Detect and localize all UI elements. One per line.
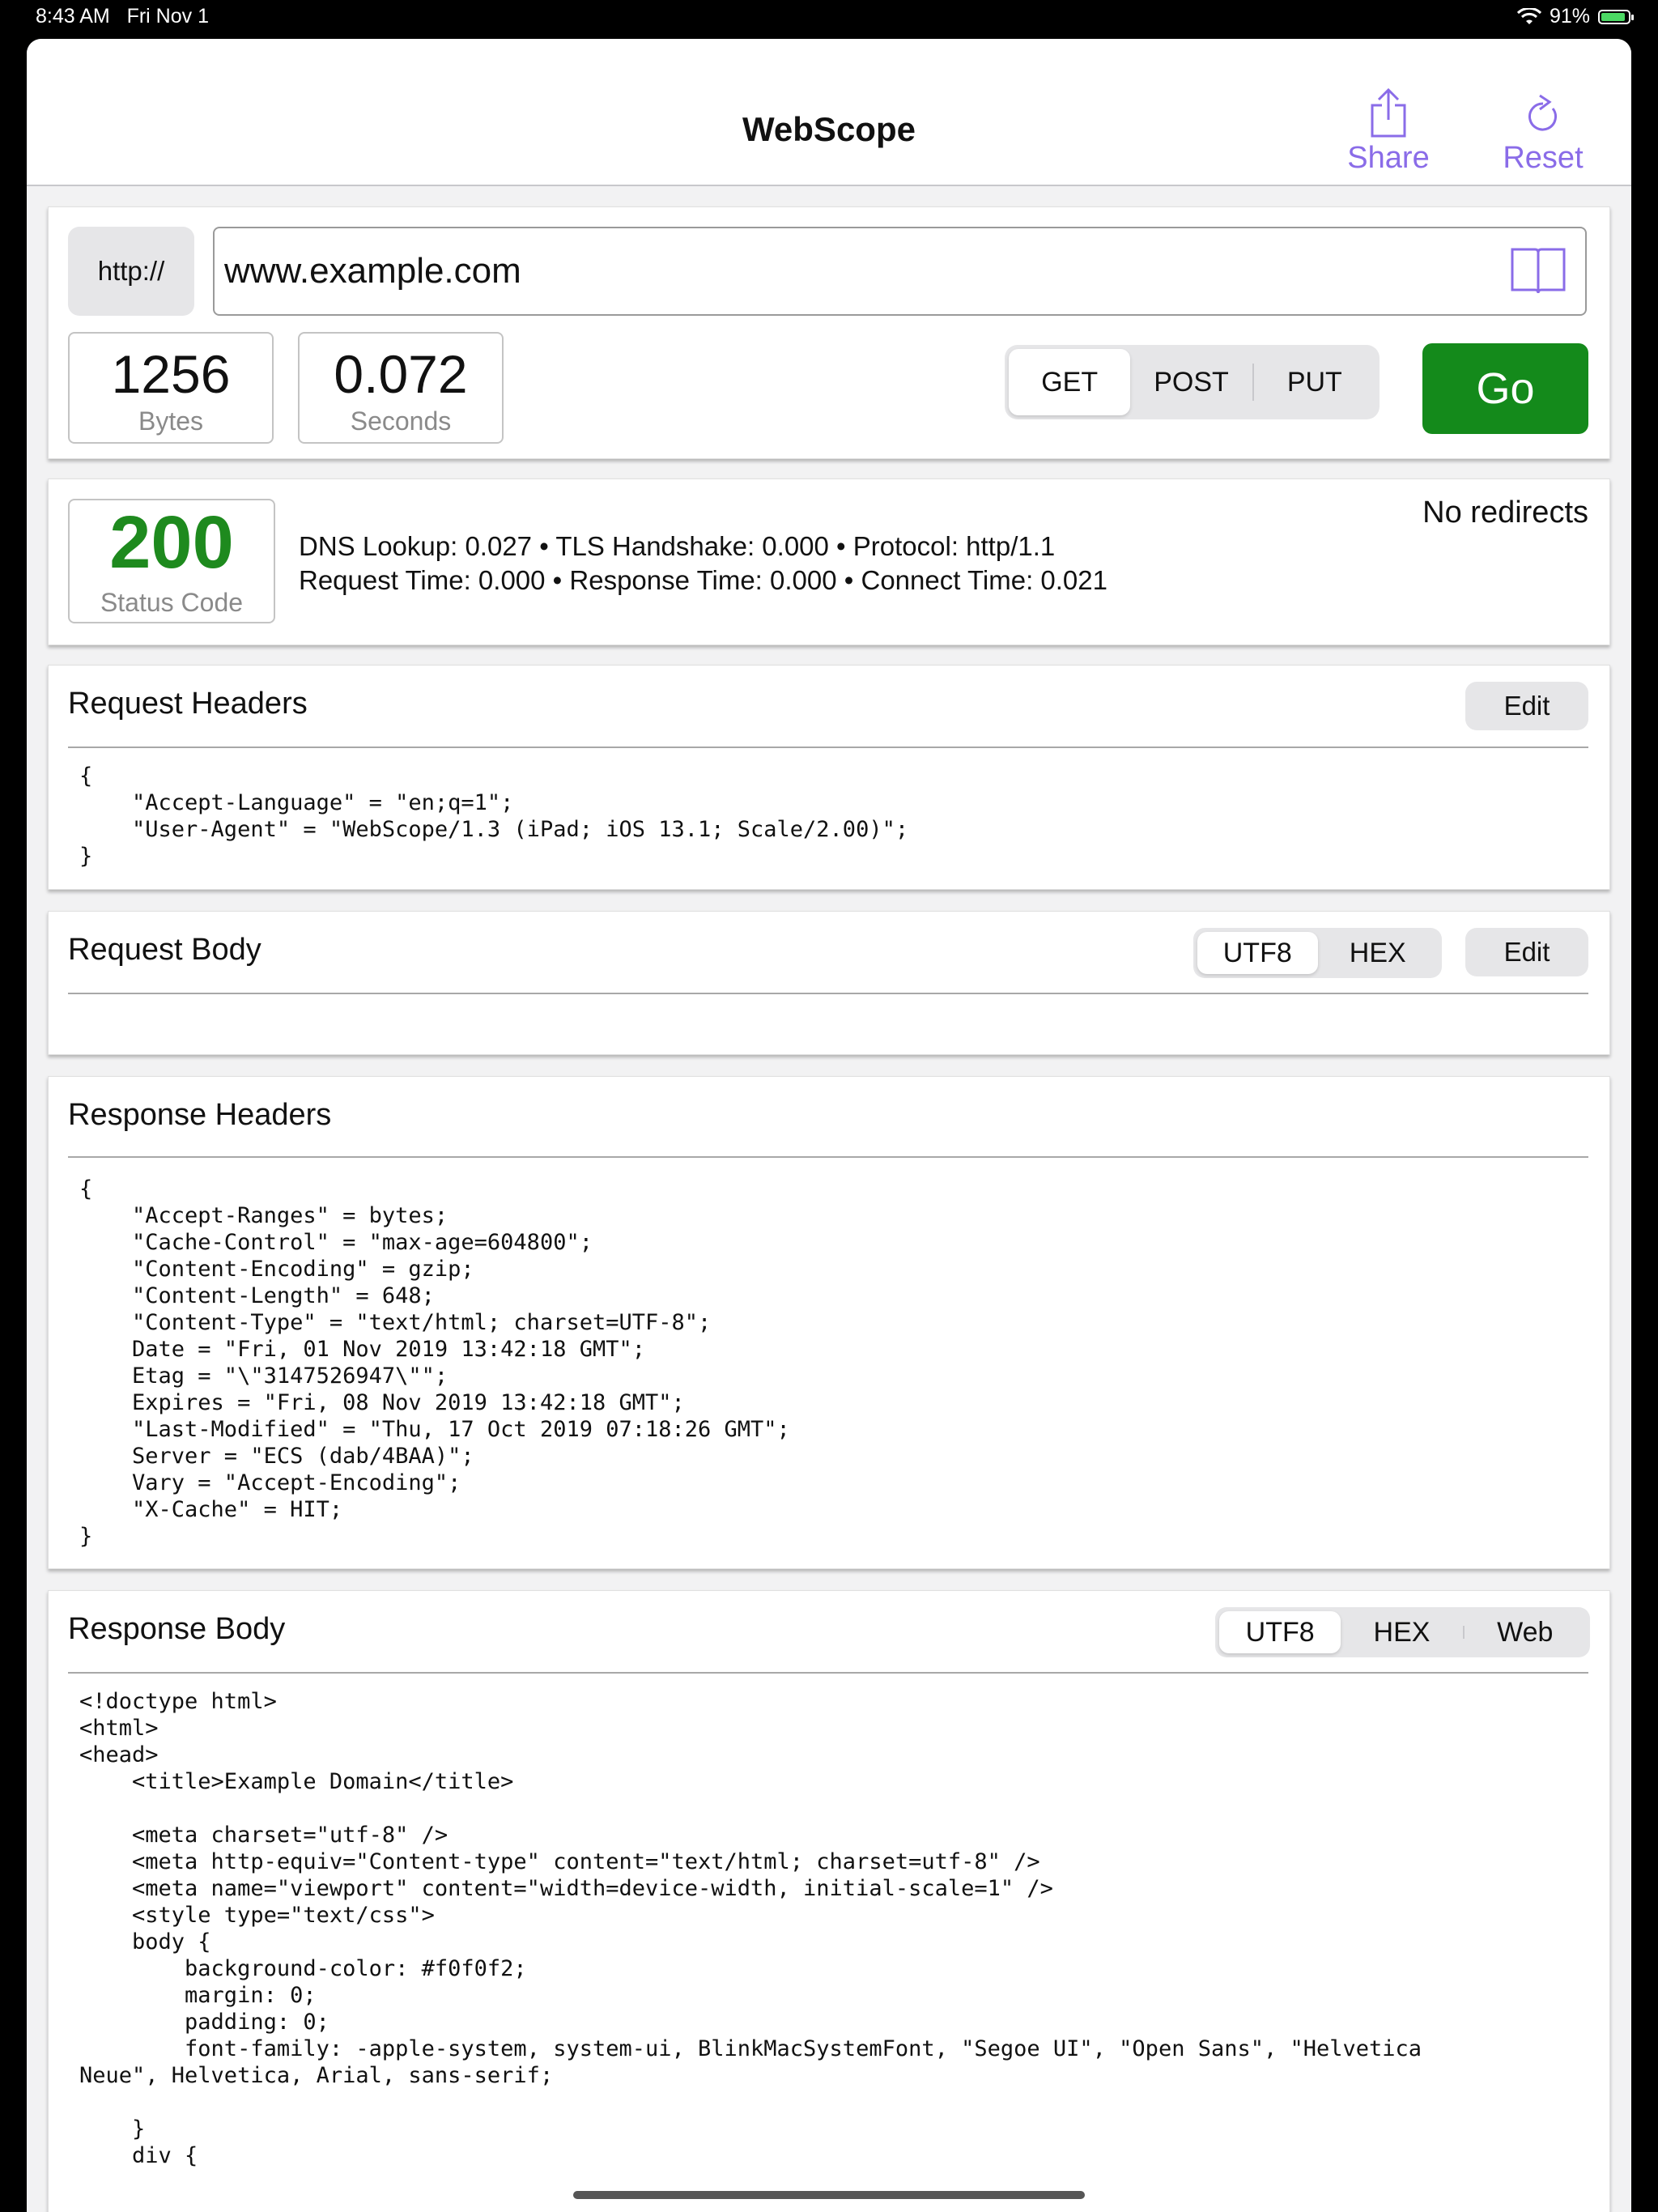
request-headers-content: { "Accept-Language" = "en;q=1"; "User-Ag… (79, 764, 909, 869)
bytes-label: Bytes (138, 406, 204, 436)
request-body-utf8-option[interactable]: UTF8 (1197, 932, 1318, 974)
seconds-metric: 0.072 Seconds (298, 332, 504, 444)
request-body-card: Request Body UTF8 HEX Edit (48, 911, 1610, 1055)
response-body-web-option[interactable]: Web (1465, 1611, 1586, 1653)
timing-line-2: Request Time: 0.000 • Response Time: 0.0… (299, 565, 1107, 595)
request-body-title: Request Body (68, 933, 261, 967)
status-time: 8:43 AM Fri Nov 1 (36, 5, 209, 28)
status-bar: 8:43 AM Fri Nov 1 91% (0, 0, 1658, 36)
redirects-label: No redirects (1422, 496, 1588, 530)
url-input[interactable]: www.example.com (213, 227, 1587, 316)
method-selector: GET POST PUT (1005, 345, 1380, 419)
method-put[interactable]: PUT (1254, 349, 1375, 415)
response-headers-title: Response Headers (68, 1098, 332, 1132)
go-button[interactable]: Go (1422, 343, 1588, 434)
response-body-mode-selector: UTF8 HEX Web (1215, 1607, 1590, 1657)
seconds-value: 0.072 (334, 344, 468, 404)
method-post[interactable]: POST (1130, 349, 1252, 415)
battery-percent: 91% (1549, 5, 1590, 28)
divider (68, 993, 1588, 994)
status-right: 91% (1516, 5, 1634, 28)
request-headers-card: Request Headers Edit { "Accept-Language"… (48, 665, 1610, 890)
bookmarks-icon[interactable] (1509, 245, 1567, 298)
divider (68, 747, 1588, 748)
navigation-bar: WebScope Share Reset (27, 39, 1631, 186)
request-body-hex-option[interactable]: HEX (1318, 932, 1439, 974)
request-headers-edit-button[interactable]: Edit (1465, 682, 1588, 730)
request-card: http:// www.example.com 1256 Bytes 0.072… (48, 206, 1610, 459)
reset-label: Reset (1503, 141, 1584, 175)
request-body-edit-button[interactable]: Edit (1465, 928, 1588, 976)
request-body-encoding-selector: UTF8 HEX (1193, 928, 1442, 978)
response-headers-card: Response Headers { "Accept-Ranges" = byt… (48, 1076, 1610, 1569)
home-indicator[interactable] (573, 2191, 1085, 2199)
status-code-box: 200 Status Code (68, 499, 275, 623)
response-body-hex-option[interactable]: HEX (1341, 1611, 1462, 1653)
share-button[interactable]: Share (1340, 87, 1437, 176)
reset-button[interactable]: Reset (1494, 87, 1592, 176)
timing-line-1: DNS Lookup: 0.027 • TLS Handshake: 0.000… (299, 531, 1056, 561)
response-body-title: Response Body (68, 1612, 286, 1646)
response-body-card: Response Body UTF8 HEX Web <!doctype htm… (48, 1590, 1610, 2212)
reset-icon (1528, 94, 1557, 131)
status-code-label: Status Code (100, 588, 244, 617)
response-body-utf8-option[interactable]: UTF8 (1219, 1611, 1341, 1653)
method-get[interactable]: GET (1009, 349, 1131, 415)
result-card: 200 Status Code DNS Lookup: 0.027 • TLS … (48, 479, 1610, 645)
status-code: 200 (109, 501, 234, 584)
url-value: www.example.com (224, 251, 521, 291)
protocol-button[interactable]: http:// (68, 227, 194, 316)
bytes-metric: 1256 Bytes (68, 332, 274, 444)
response-body-content: <!doctype html> <html> <head> <title>Exa… (79, 1689, 1422, 2168)
app-sheet: WebScope Share Reset http:// www.example… (27, 39, 1631, 2212)
bytes-value: 1256 (111, 344, 231, 404)
divider (68, 1672, 1588, 1674)
battery-icon (1598, 9, 1634, 24)
share-icon (1371, 87, 1406, 138)
divider (68, 1156, 1588, 1158)
seconds-label: Seconds (350, 406, 452, 436)
request-headers-title: Request Headers (68, 687, 308, 721)
response-headers-content: { "Accept-Ranges" = bytes; "Cache-Contro… (79, 1176, 790, 1549)
wifi-icon (1516, 7, 1541, 24)
share-label: Share (1347, 141, 1430, 175)
